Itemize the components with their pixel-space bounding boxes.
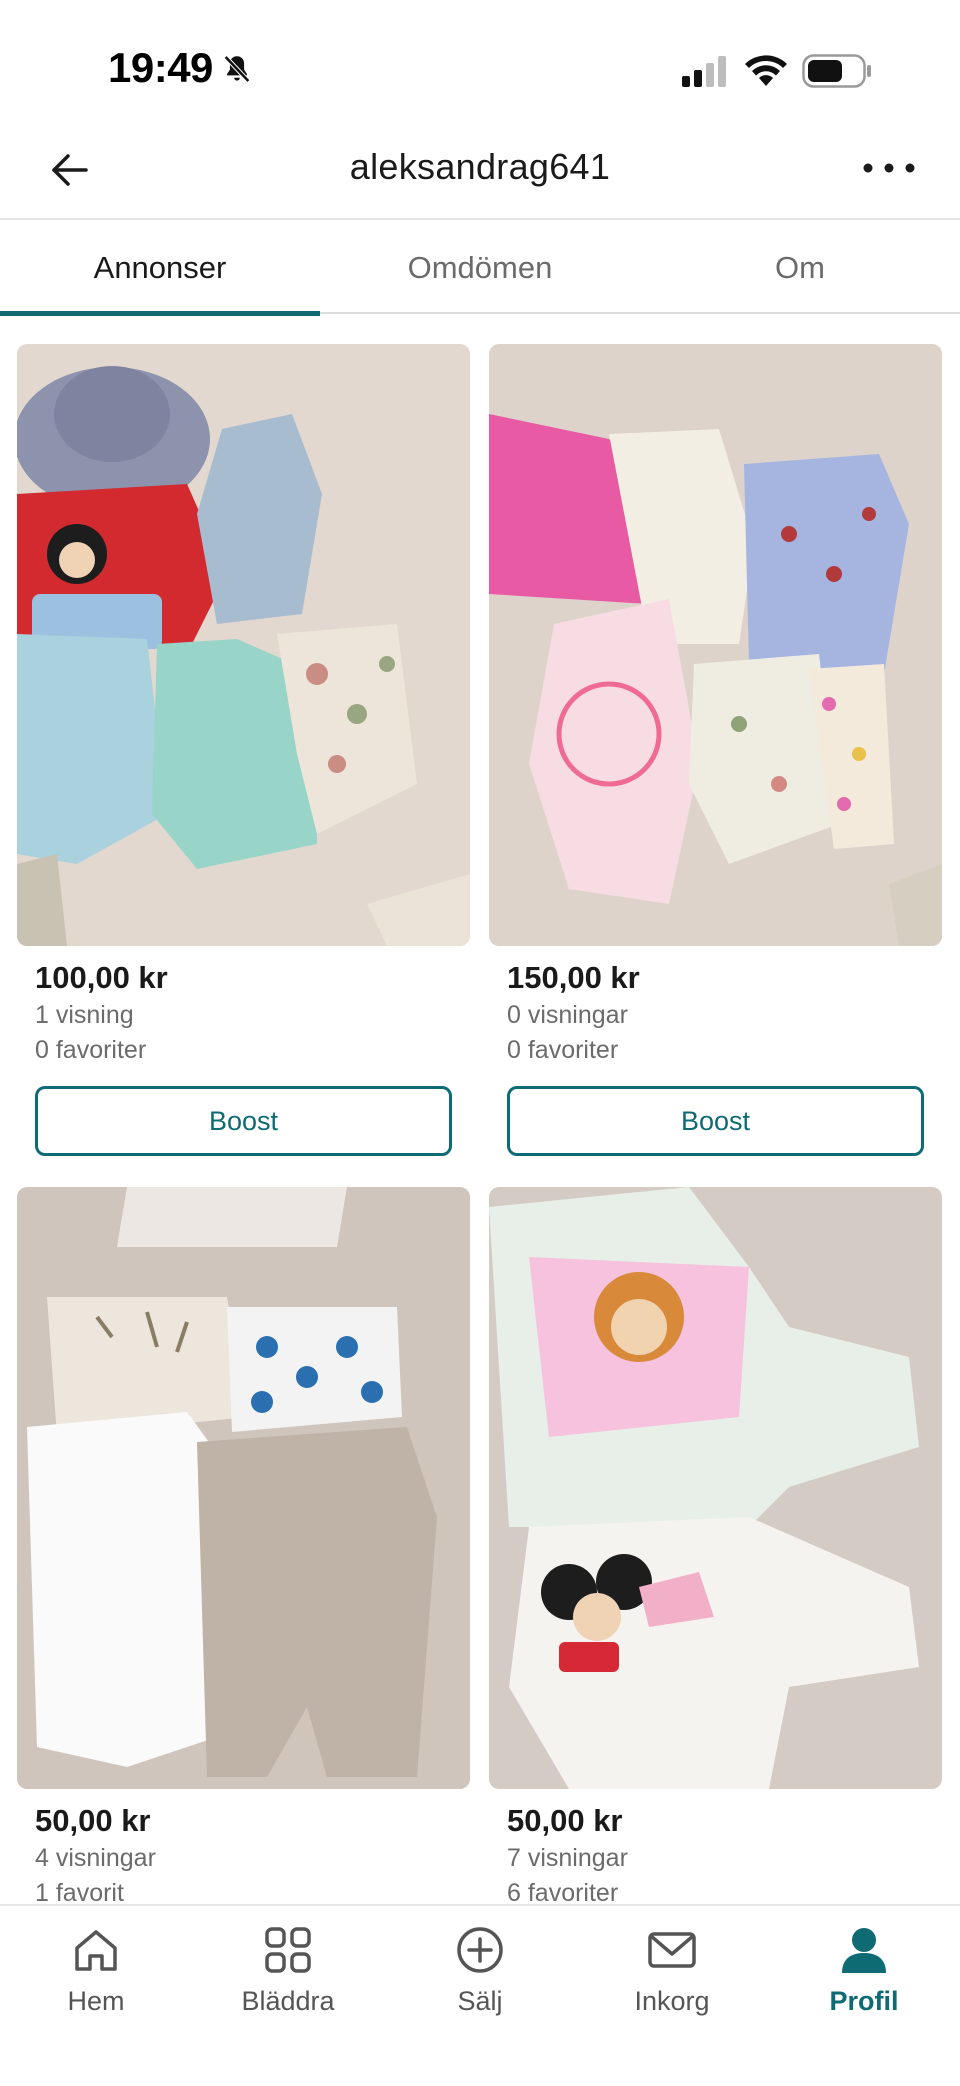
bottom-nav: Hem Bläddra Sälj Inkorg Profil [0,1904,960,2086]
listing-price: 50,00 kr [507,1803,623,1838]
cell-signal-icon [682,56,726,87]
listing-card[interactable]: 100,00 kr 1 visning 0 favoriter Boost [17,344,470,1156]
plus-circle-icon [457,1927,503,1973]
nav-item-hem[interactable]: Hem [0,1906,192,2036]
listing-price: 50,00 kr [35,1803,151,1838]
nav-label: Sälj [457,1986,503,2016]
nav-item-salj[interactable]: Sälj [384,1906,576,2036]
listing-card[interactable]: 150,00 kr 0 visningar 0 favoriter Boost [489,344,942,1156]
listing-photo[interactable] [17,1187,470,1789]
bell-slash-icon [224,55,250,83]
wifi-icon [745,55,787,86]
boost-button[interactable]: Boost [35,1086,452,1156]
tab-om[interactable]: Om [640,222,960,314]
boost-button[interactable]: Boost [507,1086,924,1156]
nav-item-inkorg[interactable]: Inkorg [576,1906,768,2036]
listing-views: 1 visning [35,1001,134,1029]
more-horizontal-icon[interactable] [862,156,916,180]
tab-annonser[interactable]: Annonser [0,222,320,316]
nav-item-bladdra[interactable]: Bläddra [192,1906,384,2036]
page-title: aleksandrag641 [349,146,611,187]
person-icon [842,1928,886,1973]
listing-views: 0 visningar [507,1001,628,1029]
nav-label: Hem [67,1986,125,2016]
listing-photo[interactable] [489,1187,942,1789]
listing-card[interactable]: 50,00 kr 4 visningar 1 favorit [17,1187,470,1911]
listing-views: 7 visningar [507,1844,628,1872]
status-bar: 19:49 [0,0,960,140]
mail-icon [648,1932,696,1968]
listing-photo[interactable] [17,344,470,946]
listing-favorites: 0 favoriter [35,1036,147,1064]
profile-tabs: Annonser Omdömen Om [0,222,960,316]
listing-favorites: 0 favoriter [507,1036,619,1064]
tab-omdomen[interactable]: Omdömen [320,222,640,314]
listing-price: 100,00 kr [35,960,168,995]
battery-icon [802,54,871,88]
listing-photo[interactable] [489,344,942,946]
listing-price: 150,00 kr [507,960,640,995]
home-icon [75,1930,117,1971]
profile-header: aleksandrag641 [0,140,960,220]
nav-item-profil[interactable]: Profil [768,1906,960,2036]
listing-views: 4 visningar [35,1844,156,1872]
nav-label: Profil [829,1986,899,2016]
nav-label: Bläddra [241,1986,335,2016]
listing-card[interactable]: 50,00 kr 7 visningar 6 favoriter [489,1187,942,1911]
nav-label: Inkorg [634,1986,710,2016]
status-time: 19:49 [108,44,213,91]
grid-icon [265,1927,311,1973]
